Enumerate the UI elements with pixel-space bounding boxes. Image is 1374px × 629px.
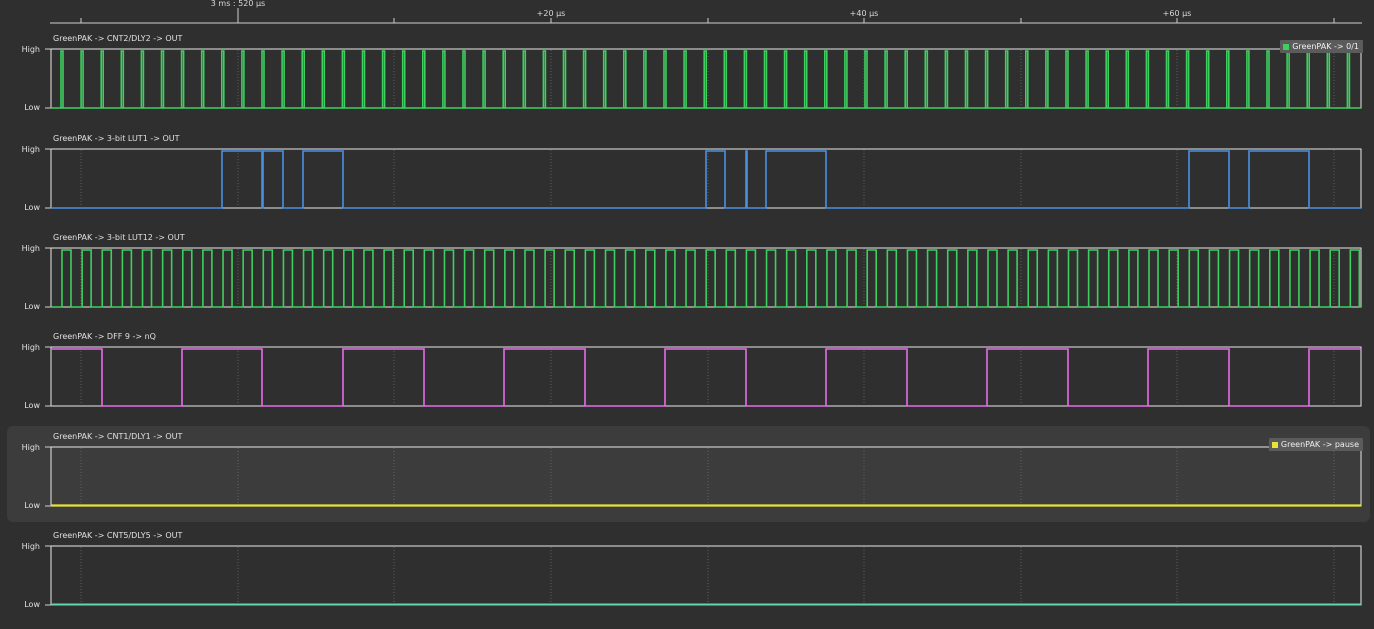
waveform-plot bbox=[45, 446, 1362, 507]
signal-trace bbox=[51, 249, 1361, 308]
signal-panel-cnt5-dly5[interactable]: GreenPAK -> CNT5/DLY5 -> OUT High Low bbox=[0, 531, 1374, 629]
legend-swatch bbox=[1283, 43, 1290, 50]
signal-panel-lut12[interactable]: GreenPAK -> 3-bit LUT12 -> OUT High Low bbox=[0, 233, 1374, 331]
signal-trace bbox=[51, 150, 1361, 209]
signal-panel-cnt2-dly2[interactable]: GreenPAK -> CNT2/DLY2 -> OUT High Low Gr… bbox=[0, 34, 1374, 132]
signal-panel-dff9[interactable]: GreenPAK -> DFF 9 -> nQ High Low bbox=[0, 332, 1374, 430]
signal-panel-lut1[interactable]: GreenPAK -> 3-bit LUT1 -> OUT High Low bbox=[0, 134, 1374, 232]
waveform-plot bbox=[45, 545, 1362, 606]
waveform-plot bbox=[45, 346, 1362, 407]
waveform-viewer: 3 ms : 520 µs +20 µs +40 µs +60 µs Green… bbox=[0, 0, 1374, 621]
legend-badge[interactable]: GreenPAK -> 0/1 bbox=[1280, 40, 1363, 53]
waveform-plot bbox=[45, 148, 1362, 209]
waveform-plot bbox=[45, 247, 1362, 308]
tick-label-60us: +60 µs bbox=[1162, 9, 1192, 18]
time-ruler[interactable]: 3 ms : 520 µs +20 µs +40 µs +60 µs bbox=[0, 0, 1374, 28]
signal-trace bbox=[51, 348, 1361, 407]
cursor-time-label: 3 ms : 520 µs bbox=[210, 0, 266, 8]
waveform-plot bbox=[45, 48, 1362, 109]
legend-badge[interactable]: GreenPAK -> pause bbox=[1268, 438, 1363, 451]
plot-frame bbox=[50, 545, 1362, 606]
tick-label-20us: +20 µs bbox=[536, 9, 566, 18]
signal-trace bbox=[51, 50, 1361, 109]
signal-panel-cnt1-dly1[interactable]: GreenPAK -> CNT1/DLY1 -> OUT High Low Gr… bbox=[0, 426, 1374, 530]
tick-label-40us: +40 µs bbox=[849, 9, 879, 18]
plot-frame bbox=[50, 346, 1362, 407]
legend-label: GreenPAK -> 0/1 bbox=[1292, 42, 1359, 51]
legend-swatch bbox=[1271, 441, 1278, 448]
plot-frame bbox=[50, 446, 1362, 507]
legend-label: GreenPAK -> pause bbox=[1280, 440, 1359, 449]
